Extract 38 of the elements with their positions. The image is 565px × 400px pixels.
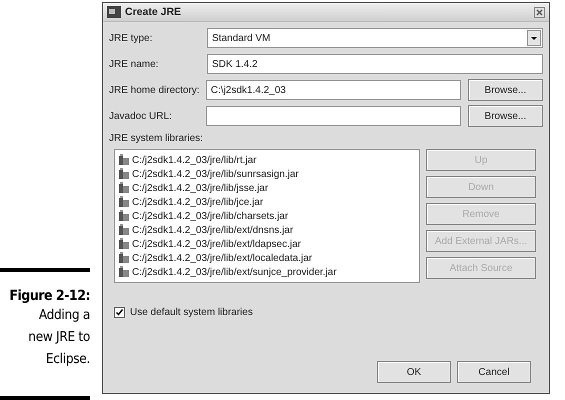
field-label: JRE home directory: (109, 84, 201, 96)
jar-icon (118, 182, 130, 194)
name-field[interactable]: SDK 1.4.2 (207, 54, 543, 74)
field-label: JRE type: (109, 32, 154, 44)
browse-button[interactable]: Browse... (468, 79, 543, 101)
library-path[interactable]: C:/j2sdk1.4.2_03/jre/lib/rt.jar (132, 154, 257, 166)
library-path[interactable]: C:/j2sdk1.4.2_03/jre/lib/jsse.jar (132, 182, 268, 194)
path-field[interactable]: C:\j2sdk1.4.2_03 (206, 80, 461, 100)
jar-icon (118, 252, 130, 264)
figure-caption: Adding a new JRE to Eclipse. (27, 306, 90, 369)
jar-icon (118, 196, 130, 208)
jar-icon (118, 154, 130, 166)
close-icon[interactable] (534, 6, 545, 18)
dialog-button[interactable]: Cancel (457, 361, 531, 383)
path-field[interactable] (206, 106, 461, 126)
jar-icon (118, 266, 130, 278)
jar-icon (118, 224, 130, 236)
library-path[interactable]: C:/j2sdk1.4.2_03/jre/lib/charsets.jar (132, 210, 288, 222)
library-path[interactable]: C:/j2sdk1.4.2_03/jre/lib/ext/dnsns.jar (132, 224, 294, 236)
checkbox[interactable] (114, 307, 125, 318)
library-path[interactable]: C:/j2sdk1.4.2_03/jre/lib/jce.jar (132, 196, 264, 208)
field-label: JRE name: (109, 58, 160, 70)
checkbox-label[interactable]: Use default system libraries (130, 307, 253, 318)
type-dropdown[interactable]: Standard VM (207, 28, 543, 48)
jar-icon (118, 168, 130, 180)
library-path[interactable]: C:/j2sdk1.4.2_03/jre/lib/sunrsasign.jar (132, 168, 299, 180)
dialog-button[interactable]: OK (377, 361, 451, 383)
window-title: Create JRE (125, 6, 182, 18)
browse-button[interactable]: Browse... (468, 105, 543, 127)
section-label: JRE system libraries: (109, 133, 204, 146)
figure-label: Figure 2-12: (9, 288, 90, 304)
library-path[interactable]: C:/j2sdk1.4.2_03/jre/lib/ext/sunjce_provider.jar (132, 266, 337, 278)
jar-icon (118, 238, 130, 250)
library-path[interactable]: C:/j2sdk1.4.2_03/jre/lib/ext/localedata.jar (132, 252, 312, 264)
app-icon (107, 6, 121, 18)
library-path[interactable]: C:/j2sdk1.4.2_03/jre/lib/ext/ldapsec.jar (132, 238, 301, 250)
field-label: Javadoc URL: (109, 110, 173, 122)
jar-icon (118, 210, 130, 222)
